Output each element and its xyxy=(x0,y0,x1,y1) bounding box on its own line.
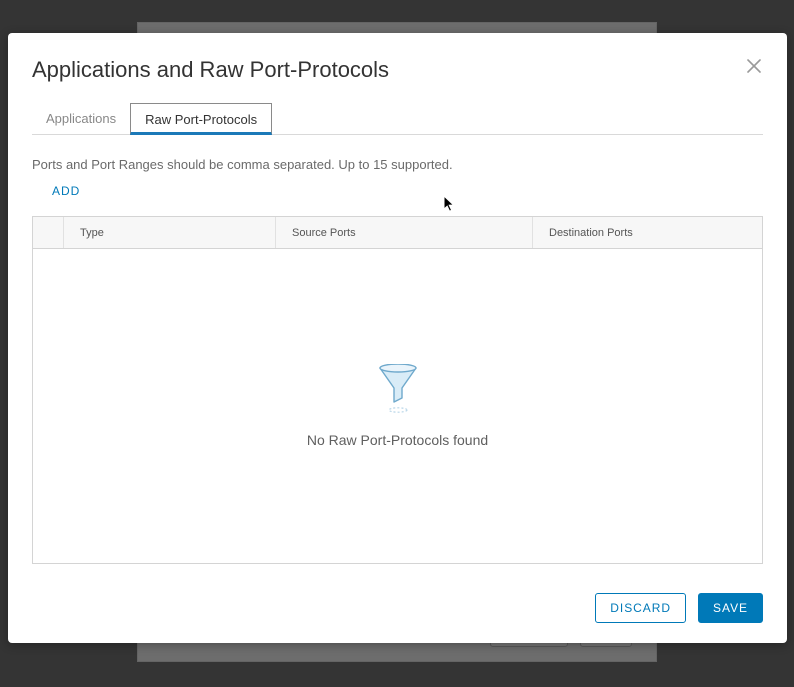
modal-title: Applications and Raw Port-Protocols xyxy=(32,57,763,83)
discard-button[interactable]: DISCARD xyxy=(595,593,686,623)
table-header: Type Source Ports Destination Ports xyxy=(33,217,762,249)
funnel-empty-icon xyxy=(375,364,421,414)
column-header-source-ports[interactable]: Source Ports xyxy=(276,217,533,248)
add-button[interactable]: ADD xyxy=(52,184,80,198)
column-header-type[interactable]: Type xyxy=(64,217,276,248)
empty-state-text: No Raw Port-Protocols found xyxy=(307,432,488,448)
tab-bar: Applications Raw Port-Protocols xyxy=(32,103,763,135)
table-body-empty: No Raw Port-Protocols found xyxy=(33,249,762,563)
hint-text: Ports and Port Ranges should be comma se… xyxy=(32,157,763,172)
close-button[interactable] xyxy=(743,55,765,77)
tab-raw-port-protocols[interactable]: Raw Port-Protocols xyxy=(130,103,272,135)
column-header-destination-ports[interactable]: Destination Ports xyxy=(533,217,762,248)
tab-applications[interactable]: Applications xyxy=(32,103,130,134)
save-button[interactable]: SAVE xyxy=(698,593,763,623)
port-protocols-table: Type Source Ports Destination Ports No R… xyxy=(32,216,763,564)
modal-dialog: Applications and Raw Port-Protocols Appl… xyxy=(8,33,787,643)
column-handle xyxy=(33,217,64,248)
modal-footer: DISCARD SAVE xyxy=(595,593,763,623)
close-icon xyxy=(747,59,761,73)
